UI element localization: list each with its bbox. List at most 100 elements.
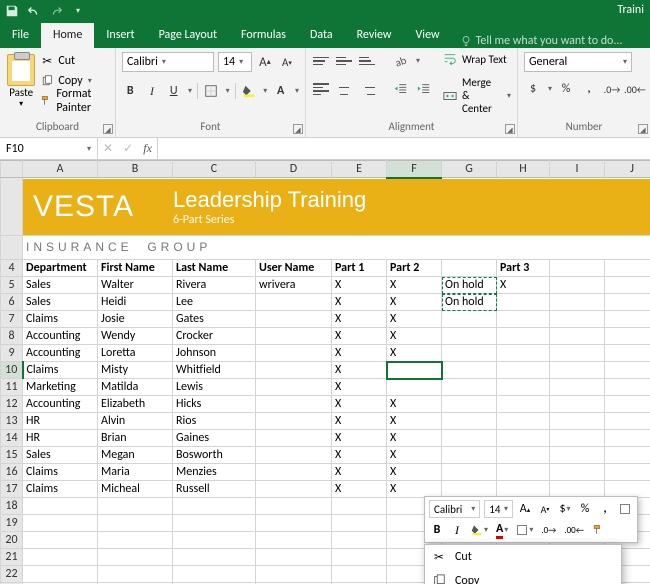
cell[interactable]	[442, 345, 497, 362]
cell[interactable]: X	[387, 464, 442, 481]
mini-border-dd-icon[interactable]: ▾	[514, 521, 535, 539]
cell[interactable]	[497, 413, 550, 430]
cell[interactable]: On hold	[442, 277, 497, 294]
mini-borders-icon[interactable]	[617, 500, 633, 518]
cell[interactable]	[256, 481, 332, 498]
align-middle-icon[interactable]	[335, 52, 353, 70]
cell[interactable]	[98, 566, 173, 583]
cell[interactable]	[497, 430, 550, 447]
cell[interactable]: X	[387, 328, 442, 345]
cell[interactable]: HR	[23, 430, 98, 447]
ctx-cut[interactable]: ✂Cut	[425, 545, 621, 569]
cell[interactable]	[442, 430, 497, 447]
cell[interactable]	[256, 430, 332, 447]
font-color-button[interactable]: A	[272, 82, 289, 100]
cell[interactable]: X	[332, 430, 387, 447]
cell[interactable]: Gates	[173, 311, 256, 328]
col-header[interactable]: F	[387, 161, 442, 178]
row-header[interactable]: 6	[1, 294, 23, 311]
align-left-icon[interactable]	[312, 80, 330, 98]
cell[interactable]	[256, 379, 332, 396]
cell[interactable]	[442, 379, 497, 396]
cell[interactable]	[442, 413, 497, 430]
mini-accounting-icon[interactable]: $▾	[557, 500, 573, 518]
cell[interactable]	[332, 515, 387, 532]
cell[interactable]	[256, 464, 332, 481]
cell[interactable]	[497, 328, 550, 345]
cell[interactable]: X	[387, 277, 442, 294]
cell[interactable]: Accounting	[23, 345, 98, 362]
cell[interactable]: Loretta	[98, 345, 173, 362]
cell[interactable]: X	[332, 345, 387, 362]
fx-icon[interactable]: fx	[143, 141, 152, 156]
cell[interactable]: Hicks	[173, 396, 256, 413]
cell[interactable]	[256, 566, 332, 583]
cell[interactable]	[442, 447, 497, 464]
cell[interactable]	[550, 362, 605, 379]
cell[interactable]: X	[332, 277, 387, 294]
mini-comma-icon[interactable]: ,	[597, 500, 613, 518]
row-header[interactable]: 5	[1, 277, 23, 294]
font-dialog-launcher[interactable]: ◢	[293, 124, 303, 134]
cell[interactable]	[605, 260, 650, 277]
cell[interactable]: Claims	[23, 311, 98, 328]
col-header[interactable]: B	[98, 161, 173, 178]
increase-font-icon[interactable]: A▴	[256, 53, 274, 71]
cell[interactable]: Elizabeth	[98, 396, 173, 413]
cell[interactable]	[256, 549, 332, 566]
cell[interactable]	[497, 379, 550, 396]
tab-page-layout[interactable]: Page Layout	[147, 23, 229, 48]
align-top-icon[interactable]	[312, 52, 330, 70]
cell[interactable]: First Name	[98, 260, 173, 277]
row-header[interactable]: 15	[1, 447, 23, 464]
cell[interactable]	[605, 294, 650, 311]
tab-data[interactable]: Data	[298, 23, 345, 48]
cell[interactable]: X	[387, 311, 442, 328]
cell[interactable]	[605, 481, 650, 498]
cell[interactable]	[23, 549, 98, 566]
decrease-decimal-icon[interactable]: .00←	[626, 80, 644, 98]
mini-decrease-font-icon[interactable]: A▾	[537, 500, 553, 518]
row-header[interactable]: 22	[1, 566, 23, 583]
cell[interactable]: Accounting	[23, 328, 98, 345]
mini-font-family[interactable]: Calibri▾	[429, 500, 480, 518]
row-header[interactable]: 16	[1, 464, 23, 481]
percent-format-icon[interactable]: %	[557, 80, 575, 98]
cut-button[interactable]: ✂Cut	[40, 52, 109, 70]
cell[interactable]: Claims	[23, 481, 98, 498]
cell[interactable]: X	[387, 294, 442, 311]
clipboard-dialog-launcher[interactable]: ◢	[103, 124, 113, 134]
col-header[interactable]: A	[23, 161, 98, 178]
cell[interactable]: Crocker	[173, 328, 256, 345]
tell-me-search[interactable]: Tell me what you want to do...	[460, 34, 623, 48]
cell[interactable]: X	[387, 413, 442, 430]
tab-home[interactable]: Home	[41, 23, 94, 48]
cell[interactable]: X	[332, 294, 387, 311]
cell[interactable]	[550, 294, 605, 311]
row-header[interactable]: 19	[1, 515, 23, 532]
col-header[interactable]: I	[550, 161, 605, 178]
mini-italic-button[interactable]: I	[449, 521, 465, 539]
mini-font-color-icon[interactable]: A▾	[494, 521, 510, 539]
cell[interactable]: X	[387, 430, 442, 447]
number-dialog-launcher[interactable]: ◢	[638, 124, 648, 134]
cell[interactable]	[497, 464, 550, 481]
cell[interactable]: Menzies	[173, 464, 256, 481]
qat-customize-icon[interactable]: ▾	[70, 3, 86, 19]
cell[interactable]	[550, 413, 605, 430]
tab-view[interactable]: View	[404, 23, 452, 48]
cell[interactable]: X	[497, 277, 550, 294]
cell[interactable]: X	[387, 396, 442, 413]
cell[interactable]	[98, 515, 173, 532]
cell[interactable]	[442, 481, 497, 498]
cell[interactable]	[497, 396, 550, 413]
cell[interactable]	[497, 481, 550, 498]
fill-color-button[interactable]	[241, 82, 258, 100]
mini-bold-button[interactable]: B	[429, 521, 445, 539]
cell[interactable]: Rios	[173, 413, 256, 430]
accounting-format-icon[interactable]: $	[524, 80, 542, 98]
cell[interactable]	[387, 379, 442, 396]
cell[interactable]	[98, 532, 173, 549]
cell[interactable]: Walter	[98, 277, 173, 294]
cell[interactable]	[23, 532, 98, 549]
